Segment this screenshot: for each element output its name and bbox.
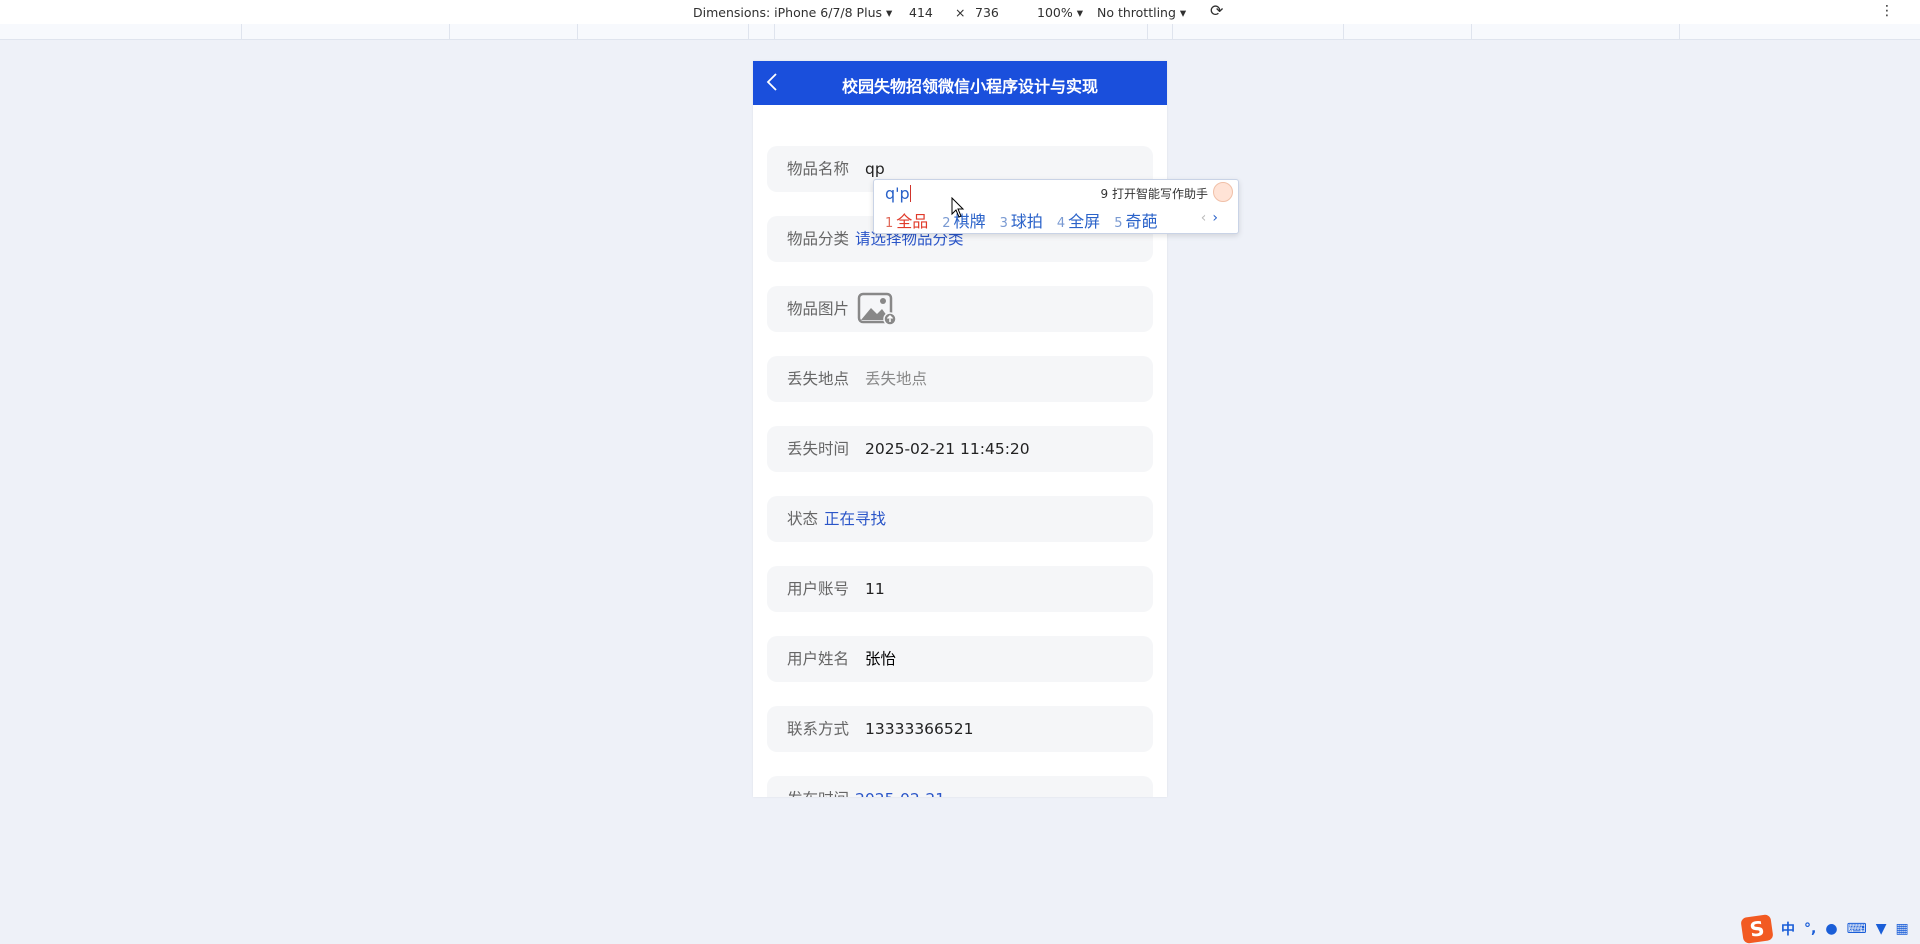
image-upload-icon[interactable] (857, 292, 897, 326)
form-row-user-name: 用户姓名 张怡 (767, 636, 1153, 682)
ime-candidate[interactable]: 3 球拍 (1000, 208, 1043, 232)
more-options-icon[interactable]: ⋮ (1880, 3, 1894, 19)
media-query-ruler[interactable] (0, 24, 1920, 40)
field-label: 状态 (787, 510, 819, 528)
status-picker[interactable]: 正在寻找 (824, 496, 886, 542)
field-label: 发布时间 (787, 776, 849, 797)
ime-punctuation-toggle[interactable]: °, (1804, 921, 1816, 937)
field-label: 物品名称 (787, 160, 850, 178)
height-input[interactable]: 736 (975, 5, 999, 20)
ime-candidate[interactable]: 1 全品 (885, 208, 928, 232)
throttling-select[interactable]: No throttling ▾ (1097, 5, 1186, 20)
user-account-value: 11 (865, 580, 885, 598)
ime-candidate-window: q'p 9 打开智能写作助手 1 全品 2 棋牌 3 球拍 4 全屏 5 奇葩 ‹ › (873, 179, 1239, 234)
skin-shirt-icon[interactable]: ▼ (1876, 921, 1887, 937)
form-row-contact[interactable]: 联系方式 13333366521 (767, 706, 1153, 752)
ime-assistant-robot-icon[interactable] (1213, 182, 1233, 202)
field-label: 物品分类 (787, 230, 850, 248)
field-label: 用户账号 (787, 580, 850, 598)
mouse-cursor-icon (951, 197, 965, 218)
times-label: × (955, 5, 966, 20)
phone-viewport: 校园失物招领微信小程序设计与实现 物品名称 qp 物品分类 请选择物品分类 物品… (753, 61, 1167, 797)
ime-language-toggle[interactable]: 中 (1781, 919, 1795, 939)
ime-candidate[interactable]: 5 奇葩 (1114, 208, 1157, 232)
devtools-device-toolbar: Dimensions: iPhone 6/7/8 Plus ▾ 414 × 73… (0, 0, 1920, 24)
page-title: 校园失物招领微信小程序设计与实现 (841, 77, 1098, 96)
form-row-lost-place[interactable]: 丢失地点 丢失地点 (767, 356, 1153, 402)
device-select[interactable]: Dimensions: iPhone 6/7/8 Plus ▾ (693, 5, 892, 20)
field-label: 用户姓名 (787, 650, 850, 668)
apps-grid-icon[interactable]: ▦ (1896, 921, 1909, 937)
field-label: 联系方式 (787, 720, 850, 738)
microphone-icon[interactable]: ● (1825, 921, 1837, 937)
form-row-publish-time[interactable]: 发布时间 2025-02-21 (767, 776, 1153, 797)
publish-time-picker[interactable]: 2025-02-21 (855, 776, 945, 797)
lost-time-picker[interactable]: 2025-02-21 11:45:20 (865, 426, 1030, 472)
ime-writing-assistant[interactable]: 9 打开智能写作助手 (1101, 185, 1208, 202)
form-row-image[interactable]: 物品图片 (767, 286, 1153, 332)
width-input[interactable]: 414 (909, 5, 933, 20)
lost-place-input[interactable]: 丢失地点 (865, 356, 927, 402)
nav-header: 校园失物招领微信小程序设计与实现 (753, 61, 1167, 105)
keyboard-icon[interactable]: ⌨ (1847, 921, 1867, 937)
form-row-user-account: 用户账号 11 (767, 566, 1153, 612)
user-name-value: 张怡 (865, 650, 897, 668)
field-label: 丢失地点 (787, 370, 850, 388)
ime-candidate[interactable]: 4 全屏 (1057, 208, 1100, 232)
rotate-icon[interactable]: ⟳ (1210, 1, 1223, 20)
field-label: 丢失时间 (787, 440, 850, 458)
ime-status-bar: S 中 °, ● ⌨ ▼ ▦ (1740, 914, 1909, 944)
contact-input[interactable]: 13333366521 (865, 706, 973, 752)
form-row-lost-time[interactable]: 丢失时间 2025-02-21 11:45:20 (767, 426, 1153, 472)
ime-composition: q'p (885, 184, 910, 203)
field-label: 物品图片 (787, 300, 850, 318)
ime-next-page-icon[interactable]: › (1212, 210, 1218, 226)
ime-candidates: 1 全品 2 棋牌 3 球拍 4 全屏 5 奇葩 (885, 208, 1157, 232)
ime-prev-page-icon[interactable]: ‹ (1201, 210, 1207, 226)
zoom-select[interactable]: 100% ▾ (1037, 5, 1083, 20)
sogou-logo[interactable]: S (1740, 914, 1774, 944)
form-row-status[interactable]: 状态 正在寻找 (767, 496, 1153, 542)
